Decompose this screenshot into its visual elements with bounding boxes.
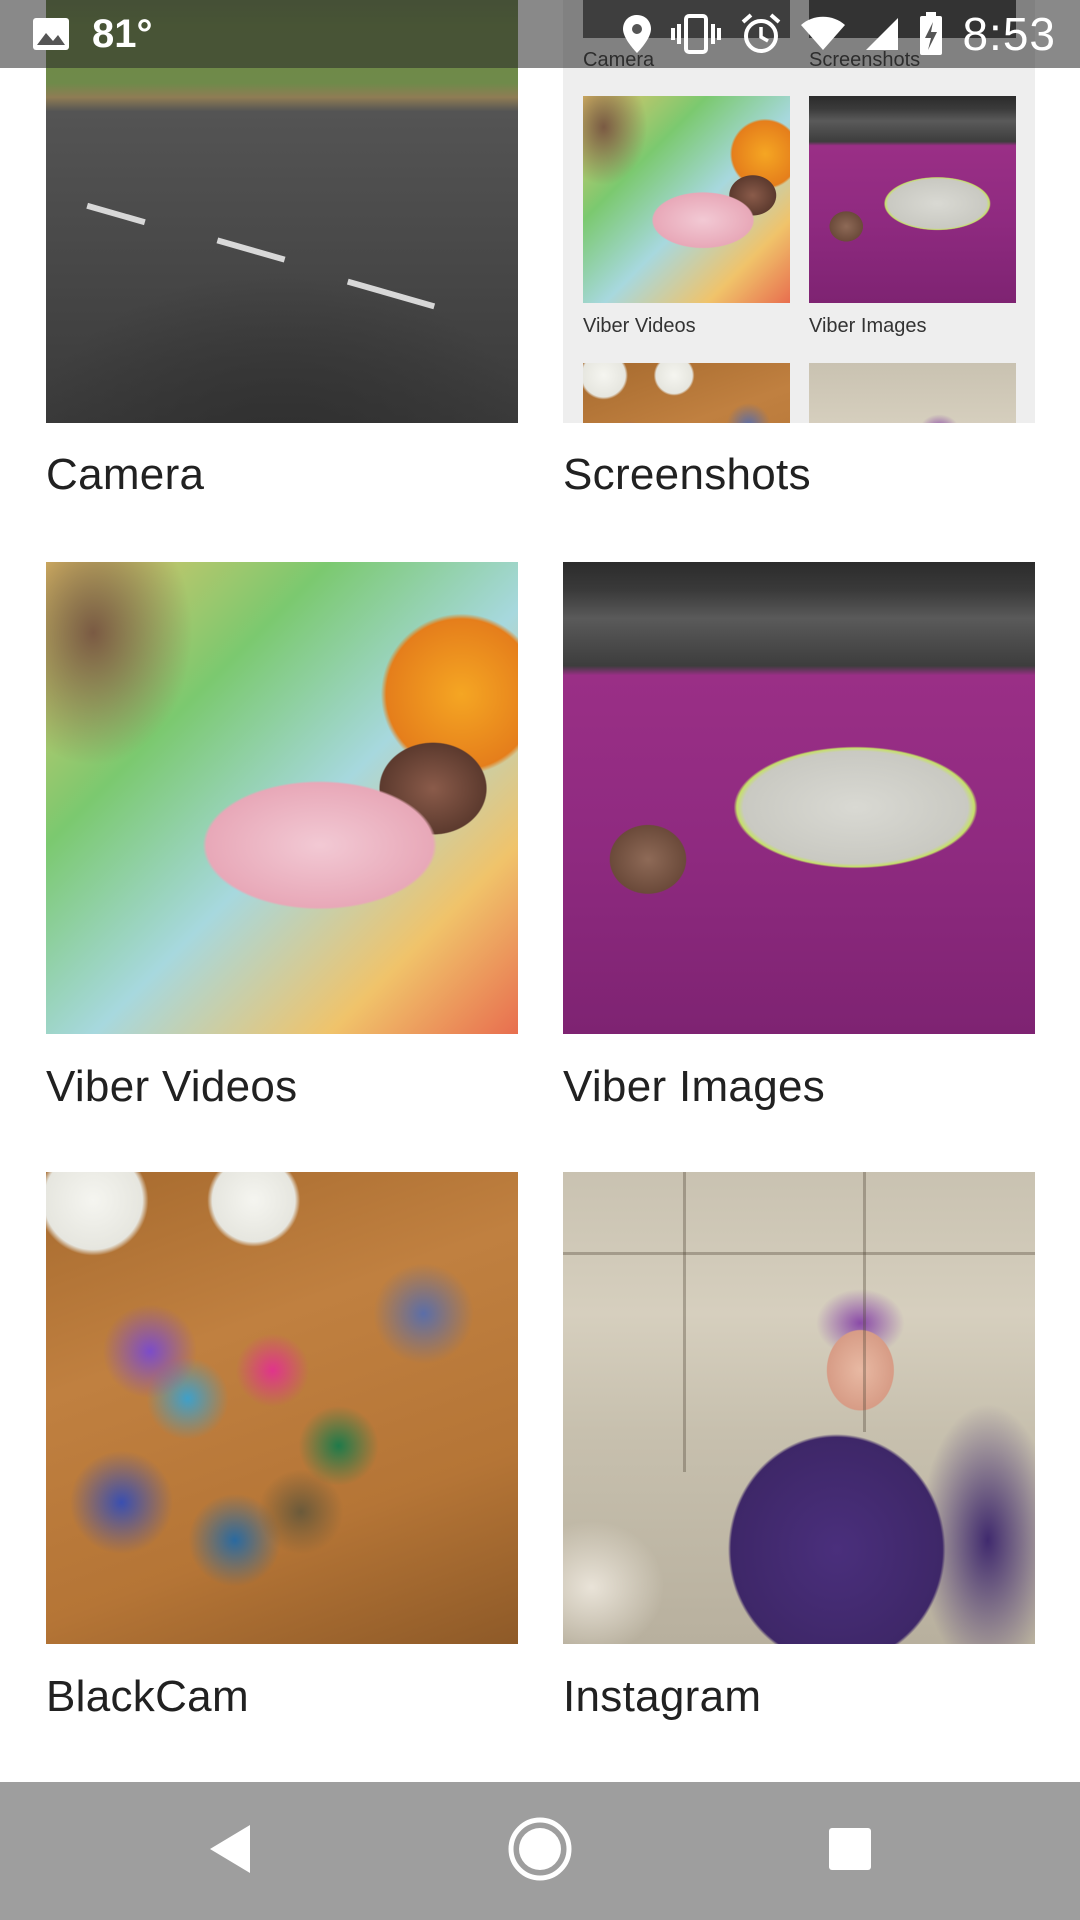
home-icon <box>507 1816 573 1887</box>
clock-text: 8:53 <box>962 8 1056 60</box>
mini-thumb <box>583 96 790 303</box>
album-thumbnail[interactable] <box>563 1172 1035 1644</box>
vibrate-icon <box>670 14 722 54</box>
location-icon <box>622 14 652 54</box>
status-bar: 81° 8:53 <box>0 0 1080 68</box>
album-thumbnail[interactable] <box>563 562 1035 1034</box>
album-camera[interactable]: Camera <box>46 0 518 520</box>
image-icon <box>32 17 70 51</box>
gallery-screen: 81° 8:53 Camera Viber Videos Viber Image… <box>0 0 1080 1920</box>
album-thumbnail[interactable] <box>46 562 518 1034</box>
navigation-bar <box>0 1782 1080 1920</box>
album-title: Viber Videos <box>46 1062 298 1111</box>
back-button[interactable] <box>190 1816 270 1886</box>
album-title: Viber Images <box>563 1062 826 1111</box>
album-viber-videos[interactable]: Viber Videos <box>46 562 518 1122</box>
wifi-icon <box>800 16 846 52</box>
album-title: Camera <box>46 450 205 499</box>
road-marking <box>216 237 286 263</box>
mini-label: Viber Images <box>809 315 927 337</box>
album-instagram[interactable]: Instagram <box>563 1172 1035 1732</box>
recents-button[interactable] <box>810 1816 890 1886</box>
bale-edge <box>863 1172 866 1432</box>
signal-icon <box>864 16 900 52</box>
bale-edge <box>563 1252 1035 1255</box>
road-marking <box>346 278 436 310</box>
mini-label: Viber Videos <box>583 315 696 337</box>
mini-thumb <box>809 363 1016 423</box>
back-icon <box>206 1823 254 1880</box>
album-viber-images[interactable]: Viber Images <box>563 562 1035 1122</box>
home-button[interactable] <box>500 1816 580 1886</box>
album-title: BlackCam <box>46 1672 249 1721</box>
battery-charging-icon <box>918 12 944 56</box>
mini-thumb <box>583 363 790 423</box>
road-marking <box>86 202 146 226</box>
album-screenshots[interactable]: Camera Screenshots Viber Videos Viber Im… <box>563 0 1035 520</box>
temperature-text: 81° <box>92 11 153 56</box>
album-blackcam[interactable]: BlackCam <box>46 1172 518 1732</box>
album-thumbnail[interactable] <box>46 1172 518 1644</box>
recents-icon <box>827 1826 873 1877</box>
mini-thumb <box>809 96 1016 303</box>
album-title: Screenshots <box>563 450 811 499</box>
bale-edge <box>683 1172 686 1472</box>
album-title: Instagram <box>563 1672 762 1721</box>
alarm-icon <box>740 13 782 55</box>
